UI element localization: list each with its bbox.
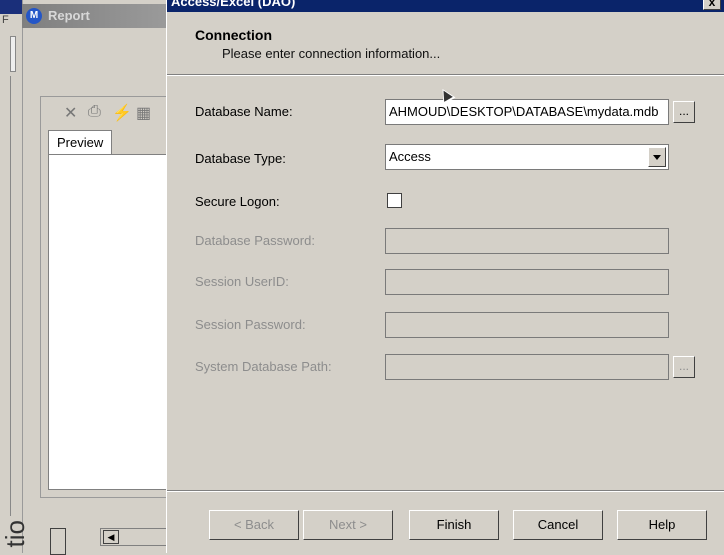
grid-icon[interactable]: ▦ (136, 103, 151, 123)
database-name-label: Database Name: (195, 104, 293, 119)
tab-preview[interactable]: Preview (48, 130, 112, 155)
dialog-title: Access/Excel (DAO) (171, 0, 296, 9)
next-button[interactable]: Next > (303, 510, 393, 540)
help-button[interactable]: Help (617, 510, 707, 540)
background-window-title: Report (48, 8, 90, 23)
background-divider (10, 76, 15, 516)
secure-logon-checkbox[interactable] (387, 193, 402, 208)
session-password-field[interactable] (385, 312, 669, 338)
database-type-value: Access (389, 149, 431, 164)
database-name-browse-button[interactable]: ... (673, 101, 695, 123)
system-database-path-label: System Database Path: (195, 359, 332, 374)
background-title-edge (0, 0, 22, 14)
database-password-label: Database Password: (195, 233, 315, 248)
dialog-close-button[interactable]: x (703, 0, 721, 10)
background-scroll-handle (10, 36, 16, 72)
finish-button[interactable]: Finish (409, 510, 499, 540)
header-title: Connection (195, 27, 272, 43)
preview-area (48, 154, 168, 490)
background-app: F tio M Report ✕ ⎙ ⚡ ▦ Preview ◀ (0, 0, 168, 555)
system-database-path-field[interactable] (385, 354, 669, 380)
horizontal-scrollbar[interactable]: ◀ (100, 528, 168, 546)
header-separator (167, 74, 724, 76)
system-database-path-browse-button[interactable]: ... (673, 356, 695, 378)
database-name-field[interactable]: AHMOUD\DESKTOP\DATABASE\mydata.mdb (385, 99, 669, 125)
button-separator (167, 490, 724, 492)
cancel-button[interactable]: Cancel (513, 510, 603, 540)
session-userid-field[interactable] (385, 269, 669, 295)
background-side-text: tio (0, 520, 30, 548)
report-app-icon: M (26, 8, 42, 24)
background-toolbar: ✕ ⎙ ⚡ ▦ (50, 100, 166, 126)
lightning-icon[interactable]: ⚡ (112, 103, 132, 123)
dialog-header: Connection Please enter connection infor… (167, 12, 724, 74)
session-userid-label: Session UserID: (195, 274, 289, 289)
session-password-label: Session Password: (195, 317, 306, 332)
background-window-titlebar: M Report (22, 4, 166, 28)
chevron-down-icon[interactable] (648, 147, 666, 167)
background-bottom-box (50, 528, 66, 555)
connection-dialog: Access/Excel (DAO) x Connection Please e… (166, 0, 724, 553)
header-subtitle: Please enter connection information... (222, 46, 441, 61)
database-type-label: Database Type: (195, 151, 286, 166)
database-password-field[interactable] (385, 228, 669, 254)
background-menu-letter: F (2, 14, 9, 26)
database-type-select[interactable]: Access (385, 144, 669, 170)
print-icon[interactable]: ⎙ (88, 103, 101, 121)
scroll-left-icon[interactable]: ◀ (103, 530, 119, 544)
close-icon[interactable]: ✕ (64, 103, 77, 123)
back-button[interactable]: < Back (209, 510, 299, 540)
background-left-strip: F tio (0, 0, 30, 553)
secure-logon-label: Secure Logon: (195, 194, 280, 209)
